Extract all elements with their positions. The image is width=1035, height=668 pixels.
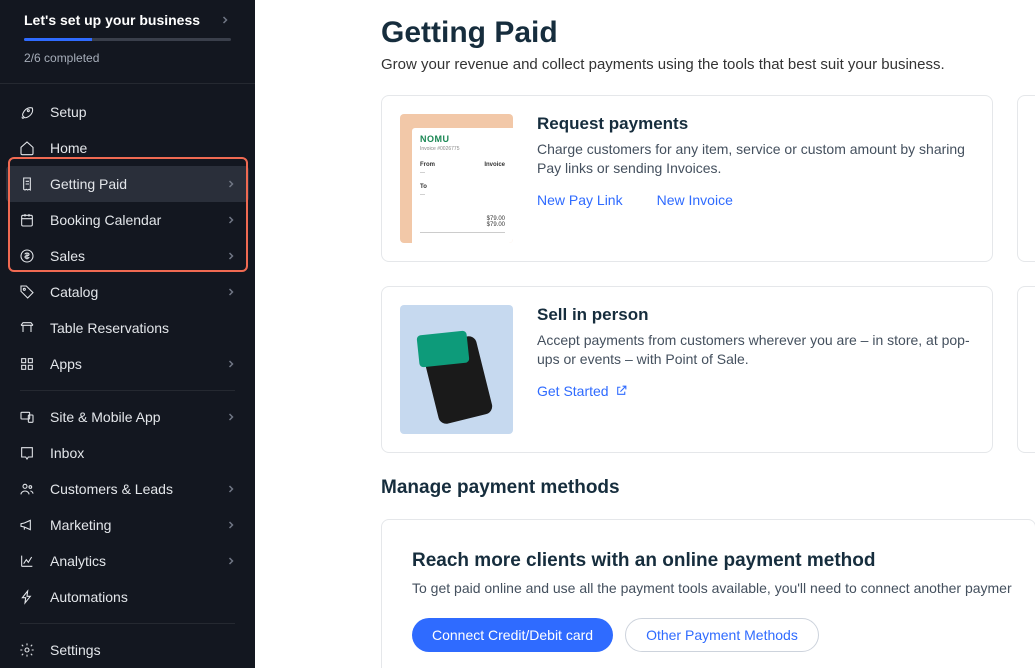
chevron-right-icon bbox=[225, 286, 237, 298]
card-desc: Accept payments from customers wherever … bbox=[537, 331, 974, 369]
sidebar-item-sales[interactable]: Sales bbox=[6, 238, 249, 274]
inbox-icon bbox=[18, 444, 36, 462]
sidebar-item-marketing[interactable]: Marketing bbox=[6, 507, 249, 543]
chevron-right-icon bbox=[225, 250, 237, 262]
page-subtitle: Grow your revenue and collect payments u… bbox=[381, 56, 1035, 73]
setup-banner[interactable]: Let's set up your business 2/6 completed bbox=[0, 0, 255, 84]
progress-bar bbox=[24, 38, 231, 41]
grid-icon bbox=[18, 355, 36, 373]
sidebar-item-label: Inbox bbox=[50, 445, 237, 461]
rocket-icon bbox=[18, 103, 36, 121]
table-icon bbox=[18, 319, 36, 337]
sidebar: Let's set up your business 2/6 completed… bbox=[0, 0, 255, 668]
sidebar-item-analytics[interactable]: Analytics bbox=[6, 543, 249, 579]
chevron-right-icon bbox=[225, 178, 237, 190]
nav: Setup Home Getting Paid Booking Calendar… bbox=[0, 84, 255, 668]
sidebar-item-inbox[interactable]: Inbox bbox=[6, 435, 249, 471]
sidebar-item-booking-calendar[interactable]: Booking Calendar bbox=[6, 202, 249, 238]
sidebar-item-label: Automations bbox=[50, 589, 237, 605]
calendar-icon bbox=[18, 211, 36, 229]
sidebar-item-label: Home bbox=[50, 140, 237, 156]
panel-title: Reach more clients with an online paymen… bbox=[412, 550, 1005, 572]
devices-icon bbox=[18, 408, 36, 426]
main-content: Getting Paid Grow your revenue and colle… bbox=[255, 0, 1035, 668]
new-pay-link[interactable]: New Pay Link bbox=[537, 192, 623, 208]
receipt-icon bbox=[18, 175, 36, 193]
sidebar-item-getting-paid[interactable]: Getting Paid bbox=[6, 166, 249, 202]
dollar-icon bbox=[18, 247, 36, 265]
page-title: Getting Paid bbox=[381, 16, 1035, 50]
card-body: Request payments Charge customers for an… bbox=[537, 114, 974, 243]
sidebar-item-site-mobile-app[interactable]: Site & Mobile App bbox=[6, 399, 249, 435]
tag-icon bbox=[18, 283, 36, 301]
card-title: Sell in person bbox=[537, 305, 974, 325]
sidebar-item-label: Analytics bbox=[50, 553, 225, 569]
invoice-brand: NOMU bbox=[420, 134, 505, 144]
payment-methods-panel: Reach more clients with an online paymen… bbox=[381, 519, 1035, 668]
progress-fill bbox=[24, 38, 92, 41]
sidebar-item-apps[interactable]: Apps bbox=[6, 346, 249, 382]
chevron-right-icon bbox=[225, 555, 237, 567]
progress-text: 2/6 completed bbox=[24, 51, 231, 65]
setup-title: Let's set up your business bbox=[24, 12, 200, 28]
sidebar-item-automations[interactable]: Automations bbox=[6, 579, 249, 615]
card-title: Request payments bbox=[537, 114, 974, 134]
card-peek bbox=[1017, 95, 1035, 262]
pos-card-icon bbox=[416, 330, 469, 367]
sidebar-item-table-reservations[interactable]: Table Reservations bbox=[6, 310, 249, 346]
get-started-link[interactable]: Get Started bbox=[537, 383, 628, 399]
invoice-mock: NOMU Invoice #0026775 FromInvoice — To —… bbox=[412, 128, 513, 243]
other-payment-methods-button[interactable]: Other Payment Methods bbox=[625, 618, 819, 652]
card-body: Sell in person Accept payments from cust… bbox=[537, 305, 974, 434]
card-desc: Charge customers for any item, service o… bbox=[537, 140, 974, 178]
bolt-icon bbox=[18, 588, 36, 606]
sidebar-item-label: Customers & Leads bbox=[50, 481, 225, 497]
section-title-manage: Manage payment methods bbox=[381, 477, 1035, 499]
chart-icon bbox=[18, 552, 36, 570]
sidebar-item-setup[interactable]: Setup bbox=[6, 94, 249, 130]
sidebar-item-catalog[interactable]: Catalog bbox=[6, 274, 249, 310]
card-row-2: Sell in person Accept payments from cust… bbox=[381, 286, 1035, 453]
chevron-right-icon bbox=[225, 358, 237, 370]
sidebar-item-label: Setup bbox=[50, 104, 237, 120]
panel-desc: To get paid online and use all the payme… bbox=[412, 580, 1005, 596]
link-label: Get Started bbox=[537, 383, 609, 399]
sidebar-item-label: Sales bbox=[50, 248, 225, 264]
sidebar-item-label: Settings bbox=[50, 642, 237, 658]
sidebar-item-label: Booking Calendar bbox=[50, 212, 225, 228]
chevron-right-icon bbox=[225, 483, 237, 495]
gear-icon bbox=[18, 641, 36, 659]
card-request-payments: NOMU Invoice #0026775 FromInvoice — To —… bbox=[381, 95, 993, 262]
sidebar-item-home[interactable]: Home bbox=[6, 130, 249, 166]
card-thumb-pos bbox=[400, 305, 513, 434]
external-link-icon bbox=[615, 384, 628, 397]
sidebar-item-label: Catalog bbox=[50, 284, 225, 300]
megaphone-icon bbox=[18, 516, 36, 534]
sidebar-item-customers-leads[interactable]: Customers & Leads bbox=[6, 471, 249, 507]
home-icon bbox=[18, 139, 36, 157]
new-invoice-link[interactable]: New Invoice bbox=[657, 192, 733, 208]
users-icon bbox=[18, 480, 36, 498]
sidebar-item-label: Site & Mobile App bbox=[50, 409, 225, 425]
chevron-right-icon bbox=[219, 14, 231, 26]
card-sell-in-person: Sell in person Accept payments from cust… bbox=[381, 286, 993, 453]
sidebar-item-label: Apps bbox=[50, 356, 225, 372]
card-thumb-invoice: NOMU Invoice #0026775 FromInvoice — To —… bbox=[400, 114, 513, 243]
chevron-right-icon bbox=[225, 214, 237, 226]
card-row-1: NOMU Invoice #0026775 FromInvoice — To —… bbox=[381, 95, 1035, 262]
chevron-right-icon bbox=[225, 519, 237, 531]
nav-divider bbox=[20, 623, 235, 624]
sidebar-item-label: Getting Paid bbox=[50, 176, 225, 192]
connect-card-button[interactable]: Connect Credit/Debit card bbox=[412, 618, 613, 652]
card-peek bbox=[1017, 286, 1035, 453]
sidebar-item-settings[interactable]: Settings bbox=[6, 632, 249, 668]
sidebar-item-label: Marketing bbox=[50, 517, 225, 533]
nav-divider bbox=[20, 390, 235, 391]
sidebar-item-label: Table Reservations bbox=[50, 320, 237, 336]
invoice-number: Invoice #0026775 bbox=[420, 146, 505, 152]
chevron-right-icon bbox=[225, 411, 237, 423]
